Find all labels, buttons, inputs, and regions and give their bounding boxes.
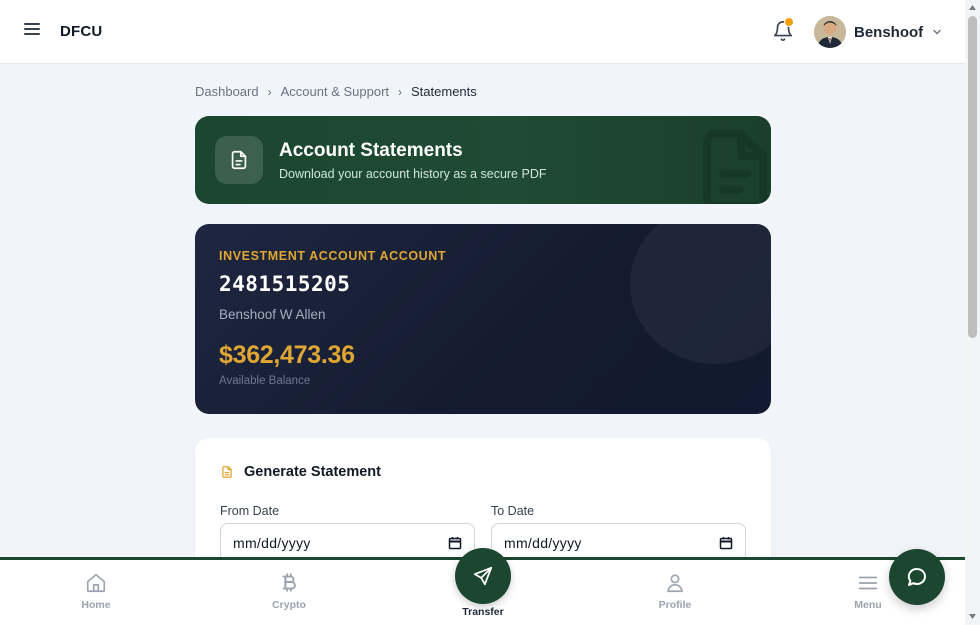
nav-profile[interactable]: Profile: [635, 572, 715, 611]
nav-label: Profile: [658, 599, 692, 611]
nav-label: Home: [81, 599, 111, 611]
brand-name[interactable]: DFCU: [60, 23, 102, 40]
chevron-down-icon: [933, 29, 941, 35]
nav-label: Crypto: [272, 599, 306, 611]
top-header: DFCU Benshoof: [0, 0, 965, 64]
account-balance: $362,473.36: [219, 341, 355, 369]
nav-home[interactable]: Home: [56, 572, 136, 611]
balance-label: Available Balance: [219, 375, 311, 387]
breadcrumb: Dashboard › Account & Support › Statemen…: [195, 84, 477, 99]
scroll-up-arrow-icon[interactable]: [968, 4, 977, 12]
transfer-label[interactable]: Transfer: [443, 606, 523, 618]
hamburger-icon[interactable]: [24, 20, 44, 40]
breadcrumb-account-support[interactable]: Account & Support: [281, 84, 389, 99]
account-holder: Benshoof W Allen: [219, 307, 326, 322]
breadcrumb-dashboard[interactable]: Dashboard: [195, 84, 259, 99]
file-icon: [222, 466, 232, 478]
chat-button[interactable]: [889, 549, 945, 605]
notification-dot: [784, 17, 794, 27]
statements-hero-banner: Account Statements Download your account…: [195, 116, 771, 204]
scroll-down-arrow-icon[interactable]: [968, 612, 977, 620]
home-icon: [86, 573, 106, 593]
document-icon: [215, 136, 263, 184]
calendar-icon[interactable]: [448, 536, 462, 550]
decorative-circle: [630, 224, 771, 364]
transfer-button[interactable]: [455, 548, 511, 604]
user-menu[interactable]: Benshoof: [814, 16, 943, 48]
from-date-label: From Date: [220, 504, 280, 518]
avatar: [814, 16, 846, 48]
page-title: Account Statements: [279, 140, 463, 161]
send-icon: [473, 566, 493, 586]
chat-bubble-icon: [907, 567, 926, 586]
calendar-icon[interactable]: [719, 536, 733, 550]
breadcrumb-separator: ›: [267, 84, 272, 99]
breadcrumb-current: Statements: [411, 84, 477, 99]
section-title: Generate Statement: [244, 464, 381, 480]
menu-icon: [858, 576, 878, 590]
scrollbar-thumb[interactable]: [968, 16, 977, 338]
to-date-label: To Date: [491, 504, 535, 518]
breadcrumb-separator: ›: [398, 84, 403, 99]
user-name: Benshoof: [854, 23, 924, 41]
user-icon: [667, 574, 683, 593]
bitcoin-icon: [282, 573, 296, 592]
account-type: INVESTMENT ACCOUNT ACCOUNT: [219, 249, 447, 263]
to-date-value: mm/dd/yyyy: [504, 535, 582, 551]
nav-crypto[interactable]: Crypto: [249, 572, 329, 611]
page-scrollbar[interactable]: [965, 0, 980, 625]
page-subtitle: Download your account history as a secur…: [279, 167, 547, 181]
account-card: INVESTMENT ACCOUNT ACCOUNT 2481515205 Be…: [195, 224, 771, 414]
account-number: 2481515205: [219, 272, 351, 296]
nav-label: Menu: [854, 599, 882, 611]
from-date-value: mm/dd/yyyy: [233, 535, 311, 551]
generate-statement-header: Generate Statement: [220, 464, 381, 480]
document-watermark-icon: [703, 130, 767, 204]
